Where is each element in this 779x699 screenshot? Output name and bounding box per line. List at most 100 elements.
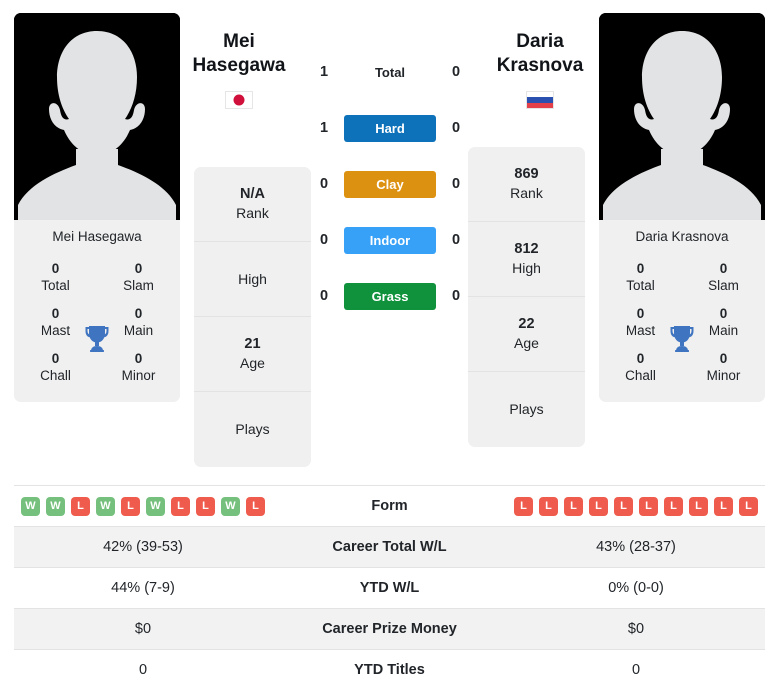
rank-label: Rank bbox=[510, 185, 543, 202]
avatar-placeholder-icon bbox=[14, 13, 180, 220]
page-title-right: Daria Krasnova bbox=[474, 30, 606, 78]
form-badge-left-6[interactable]: L bbox=[171, 496, 190, 516]
h2h-right-score: 0 bbox=[451, 176, 461, 192]
form-badge-right-0[interactable]: L bbox=[514, 496, 533, 516]
player-card-right[interactable]: Daria Krasnova 0 Total 0 Slam 0 Mast 0 M… bbox=[599, 13, 765, 403]
title-stat-chall-right: 0 Chall bbox=[599, 351, 682, 385]
rank-label: Rank bbox=[236, 205, 269, 222]
h2h-row-indoor: 0 Indoor 0 bbox=[310, 226, 470, 254]
comparison-table: WWLWLWLLWL Form LLLLLLLLLL 42% (39-53) C… bbox=[14, 485, 765, 691]
form-cell-left: WWLWLWLLWL bbox=[14, 485, 272, 527]
h2h-right-score: 0 bbox=[451, 64, 461, 80]
table-row-ytd-titles: 0 YTD Titles 0 bbox=[14, 649, 765, 691]
value-left: 44% (7-9) bbox=[14, 567, 272, 609]
player-last-name: Hasegawa bbox=[192, 54, 286, 76]
form-badge-left-8[interactable]: W bbox=[221, 496, 240, 516]
title-value: 0 bbox=[719, 350, 728, 366]
title-label: Total bbox=[41, 278, 70, 294]
value-left: 42% (39-53) bbox=[14, 526, 272, 568]
title-label: Slam bbox=[708, 278, 739, 294]
h2h-left-score: 0 bbox=[319, 232, 329, 248]
h2h-row-total: 1 Total 0 bbox=[310, 58, 470, 86]
form-badge-left-1[interactable]: W bbox=[46, 496, 65, 516]
age-cell-left: 21 Age bbox=[194, 317, 311, 392]
form-badge-left-9[interactable]: L bbox=[246, 496, 265, 516]
titles-row: 0 Chall 0 Minor bbox=[599, 346, 765, 391]
form-badge-left-7[interactable]: L bbox=[196, 496, 215, 516]
top-comparison-area: Mei Hasegawa 0 Total 0 Slam 0 Mast 0 Mai… bbox=[0, 0, 779, 480]
player-header-left: Mei Hasegawa bbox=[173, 30, 305, 109]
form-badge-left-5[interactable]: W bbox=[146, 496, 165, 516]
flag-russia-icon bbox=[526, 90, 554, 109]
trophy-icon bbox=[670, 326, 694, 353]
age-cell-right: 22 Age bbox=[468, 297, 585, 372]
player-card-name-right: Daria Krasnova bbox=[599, 220, 765, 253]
h2h-row-hard: 1 Hard 0 bbox=[310, 114, 470, 142]
title-stat-total-right: 0 Total bbox=[599, 261, 682, 295]
h2h-row-clay: 0 Clay 0 bbox=[310, 170, 470, 198]
flag-japan-icon bbox=[225, 90, 253, 109]
h2h-surface-badge-clay[interactable]: Clay bbox=[344, 170, 436, 198]
table-row-career-prize-money: $0 Career Prize Money $0 bbox=[14, 608, 765, 650]
table-row-career-total-wl: 42% (39-53) Career Total W/L 43% (28-37) bbox=[14, 526, 765, 568]
form-badge-left-2[interactable]: L bbox=[71, 496, 90, 516]
form-badge-left-3[interactable]: W bbox=[96, 496, 115, 516]
title-value: 0 bbox=[636, 350, 645, 366]
title-stat-slam-left: 0 Slam bbox=[97, 261, 180, 295]
age-label: Age bbox=[240, 355, 265, 372]
flag-disc bbox=[233, 94, 245, 106]
form-badge-left-4[interactable]: L bbox=[121, 496, 140, 516]
titles-grid-left: 0 Total 0 Slam 0 Mast 0 Main 0 Chall 0 M… bbox=[14, 252, 180, 403]
title-stat-minor-left: 0 Minor bbox=[97, 351, 180, 385]
form-badge-right-7[interactable]: L bbox=[689, 496, 708, 516]
title-label: Minor bbox=[706, 367, 741, 383]
title-stat-slam-right: 0 Slam bbox=[682, 261, 765, 295]
rank-panel-right: 869 Rank 812 High 22 Age Plays bbox=[468, 147, 585, 447]
age-label: Age bbox=[514, 335, 539, 352]
player-first-name: Daria bbox=[516, 31, 564, 52]
form-badge-right-6[interactable]: L bbox=[664, 496, 683, 516]
title-value: 0 bbox=[51, 261, 60, 277]
row-label-ytd-titles: YTD Titles bbox=[272, 649, 507, 691]
form-strip-right: LLLLLLLLLL bbox=[511, 496, 761, 516]
form-badge-left-0[interactable]: W bbox=[21, 496, 40, 516]
high-value: 812 bbox=[514, 241, 539, 258]
row-label-career-total-wl: Career Total W/L bbox=[272, 526, 507, 568]
title-label: Total bbox=[626, 278, 655, 294]
player-card-left[interactable]: Mei Hasegawa 0 Total 0 Slam 0 Mast 0 Mai… bbox=[14, 13, 180, 403]
h2h-left-score: 1 bbox=[319, 64, 329, 80]
h2h-surface-label-total: Total bbox=[374, 64, 406, 80]
titles-row: 0 Chall 0 Minor bbox=[14, 346, 180, 391]
rank-panel-left: N/A Rank High 21 Age Plays bbox=[194, 167, 311, 467]
title-label: Chall bbox=[40, 367, 71, 383]
form-badge-right-4[interactable]: L bbox=[614, 496, 633, 516]
plays-cell-left: Plays bbox=[194, 392, 311, 467]
page-title-left: Mei Hasegawa bbox=[173, 30, 305, 78]
form-badge-right-2[interactable]: L bbox=[564, 496, 583, 516]
avatar-right bbox=[599, 13, 765, 220]
form-badge-right-1[interactable]: L bbox=[539, 496, 558, 516]
player-last-name: Krasnova bbox=[496, 54, 584, 76]
rank-cell-left: N/A Rank bbox=[194, 167, 311, 242]
player-header-right: Daria Krasnova bbox=[474, 30, 606, 109]
value-right: 43% (28-37) bbox=[507, 526, 765, 568]
table-row-form: WWLWLWLLWL Form LLLLLLLLLL bbox=[14, 485, 765, 527]
h2h-surface-badge-grass[interactable]: Grass bbox=[344, 282, 436, 310]
form-badge-right-8[interactable]: L bbox=[714, 496, 733, 516]
avatar-left bbox=[14, 13, 180, 220]
form-badge-right-9[interactable]: L bbox=[739, 496, 758, 516]
rank-value: 869 bbox=[514, 166, 539, 183]
h2h-left-score: 0 bbox=[319, 176, 329, 192]
titles-row: 0 Total 0 Slam bbox=[14, 256, 180, 301]
form-badge-right-5[interactable]: L bbox=[639, 496, 658, 516]
age-value: 21 bbox=[244, 336, 261, 353]
title-value: 0 bbox=[51, 305, 60, 321]
trophy-icon bbox=[85, 326, 109, 353]
form-badge-right-3[interactable]: L bbox=[589, 496, 608, 516]
avatar-placeholder-icon bbox=[599, 13, 765, 220]
h2h-right-score: 0 bbox=[451, 120, 461, 136]
flag-stripe-red bbox=[527, 102, 553, 108]
value-right: $0 bbox=[507, 608, 765, 650]
h2h-surface-badge-hard[interactable]: Hard bbox=[344, 114, 436, 142]
h2h-surface-badge-indoor[interactable]: Indoor bbox=[344, 226, 436, 254]
